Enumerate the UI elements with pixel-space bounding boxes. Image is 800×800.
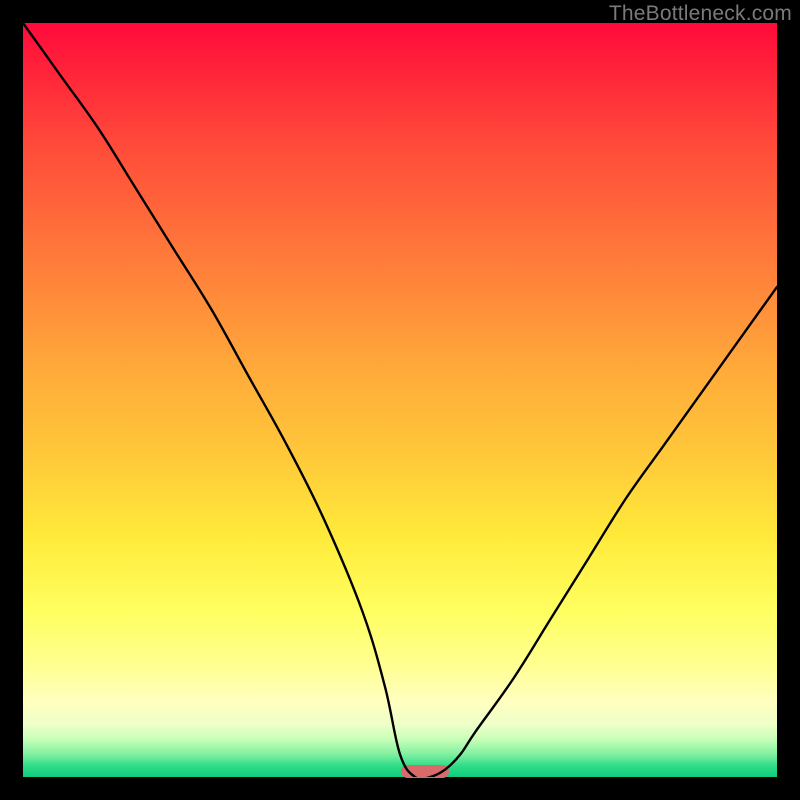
watermark-label: TheBottleneck.com xyxy=(609,2,792,26)
bottleneck-curve xyxy=(23,23,777,777)
chart-plot-area xyxy=(23,23,777,777)
curve-path xyxy=(23,23,777,777)
chart-frame: TheBottleneck.com xyxy=(0,0,800,800)
